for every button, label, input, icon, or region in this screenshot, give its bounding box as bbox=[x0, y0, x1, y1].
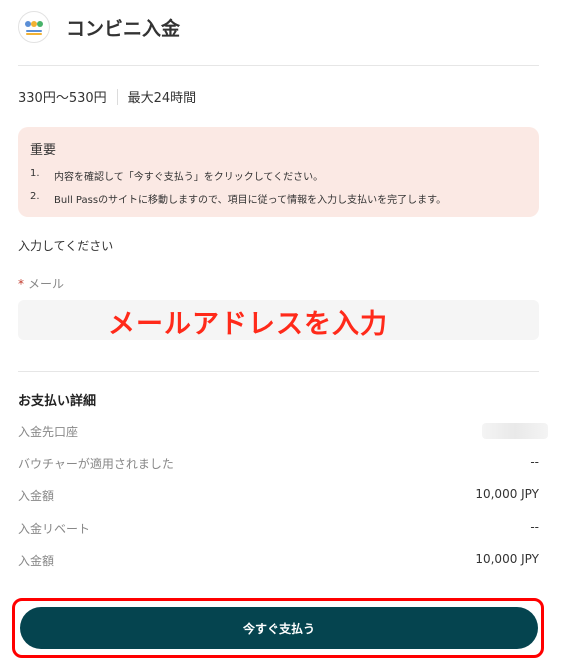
detail-label: 入金先口座 bbox=[18, 425, 79, 439]
notice-item: 2. Bull Passのサイトに移動しますので、項目に従って情報を入力し支払い… bbox=[30, 191, 527, 206]
notice-item: 1. 内容を確認して「今すぐ支払う」をクリックしてください。 bbox=[30, 168, 527, 183]
page-title: コンビニ入金 bbox=[66, 18, 181, 40]
notice-item-number: 1. bbox=[30, 168, 40, 179]
form-prompt: 入力してください bbox=[18, 239, 114, 253]
form-divider bbox=[18, 371, 539, 372]
payment-details-title: お支払い詳細 bbox=[18, 394, 97, 409]
detail-value: -- bbox=[530, 455, 539, 469]
bank-logo-icon bbox=[18, 11, 50, 43]
detail-row: 入金額 10,000 JPY bbox=[18, 552, 539, 570]
detail-value: 10,000 JPY bbox=[475, 487, 539, 501]
processing-time: 最大24時間 bbox=[127, 91, 197, 106]
notice-title: 重要 bbox=[30, 143, 57, 158]
info-separator bbox=[116, 88, 118, 105]
blurred-account-value bbox=[482, 423, 548, 439]
header-divider bbox=[18, 65, 539, 66]
notice-item-text: Bull Passのサイトに移動しますので、項目に従って情報を入力し支払いを完了… bbox=[54, 195, 447, 206]
detail-row: バウチャーが適用されました -- bbox=[18, 455, 539, 473]
detail-row: 入金先口座 bbox=[18, 423, 539, 441]
detail-label: 入金額 bbox=[18, 489, 55, 503]
detail-label: 入金リベート bbox=[18, 522, 91, 536]
pay-now-button[interactable]: 今すぐ支払う bbox=[20, 607, 538, 649]
notice-item-number: 2. bbox=[30, 191, 40, 202]
method-info: 330円～530円 最大24時間 bbox=[18, 87, 196, 106]
detail-label: 入金額 bbox=[18, 554, 55, 568]
email-label-text: メール bbox=[28, 277, 65, 291]
detail-row: 入金リベート -- bbox=[18, 520, 539, 538]
fee-range: 330円～530円 bbox=[18, 91, 107, 106]
detail-value: 10,000 JPY bbox=[475, 552, 539, 566]
header: コンビニ入金 bbox=[0, 0, 567, 56]
notice-item-text: 内容を確認して「今すぐ支払う」をクリックしてください。 bbox=[54, 172, 324, 183]
required-mark: * bbox=[18, 277, 24, 291]
detail-label: バウチャーが適用されました bbox=[18, 457, 174, 471]
detail-row: 入金額 10,000 JPY bbox=[18, 487, 539, 505]
email-annotation: メールアドレスを入力 bbox=[108, 309, 388, 340]
detail-value: -- bbox=[530, 520, 539, 534]
important-notice: 重要 1. 内容を確認して「今すぐ支払う」をクリックしてください。 2. Bul… bbox=[18, 127, 539, 217]
email-label: * メール bbox=[18, 275, 64, 292]
